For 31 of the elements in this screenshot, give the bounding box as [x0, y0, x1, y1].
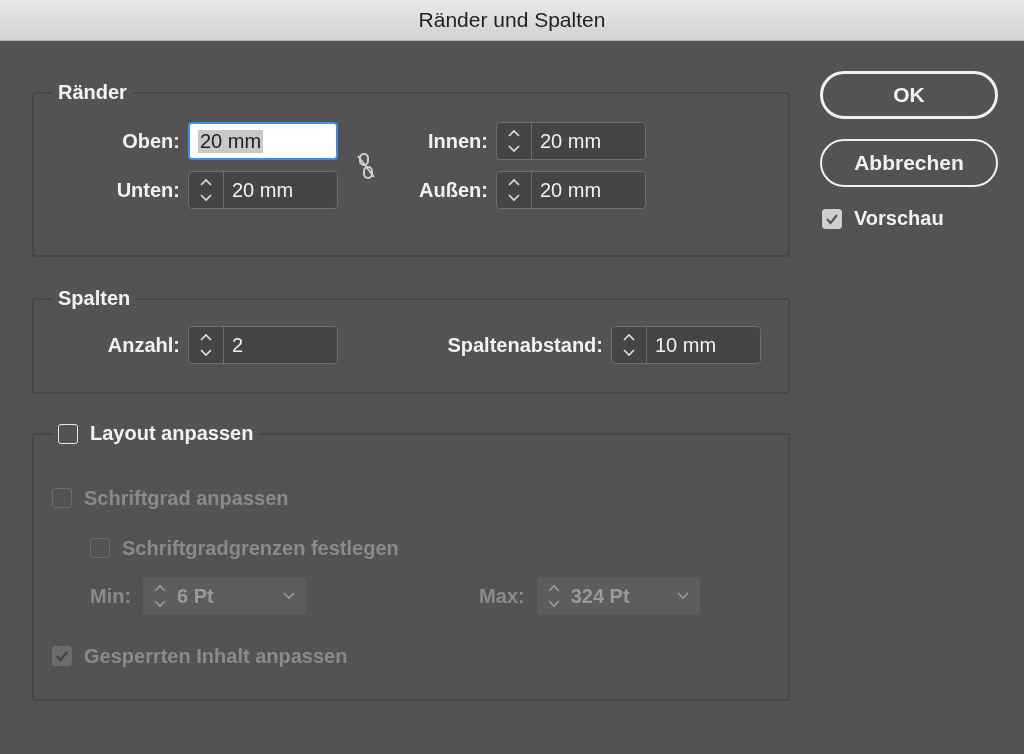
- spin-field[interactable]: 10 mm: [611, 326, 761, 364]
- field-label: Oben:: [122, 129, 180, 153]
- stepper-icon: [199, 177, 213, 203]
- stepper-icon: [507, 128, 521, 154]
- dialog-button[interactable]: Abbrechen: [820, 139, 998, 187]
- checkbox-label: Vorschau: [854, 207, 944, 230]
- checkbox-label: Layout anpassen: [90, 422, 254, 445]
- broken-link-icon[interactable]: [355, 150, 377, 181]
- group-title: Ränder: [58, 81, 127, 104]
- stepper-icon: [622, 332, 636, 358]
- group-title: Spalten: [58, 287, 131, 310]
- field-label: Innen:: [428, 129, 488, 153]
- dialog-button[interactable]: OK: [820, 71, 998, 119]
- stepper-icon: [546, 583, 561, 609]
- field-label: Unten:: [116, 178, 180, 202]
- window-title: Ränder und Spalten: [418, 8, 606, 32]
- field-label: Außen:: [419, 178, 488, 202]
- stepper-icon: [199, 332, 213, 358]
- spin-field[interactable]: 20 mm: [188, 171, 338, 209]
- check-icon: [825, 212, 839, 225]
- chevron-down-icon: [282, 591, 297, 601]
- field-label: Spaltenabstand:: [447, 333, 603, 357]
- spin-field[interactable]: 20 mm: [496, 122, 646, 160]
- spin-field[interactable]: 2: [188, 326, 338, 364]
- stepper-icon: [507, 177, 521, 203]
- stepper-icon: [153, 583, 168, 609]
- spin-field[interactable]: 20 mm: [188, 122, 338, 160]
- check-icon: [55, 650, 69, 662]
- chevron-down-icon: [675, 591, 690, 601]
- spin-field[interactable]: 20 mm: [496, 171, 646, 209]
- field-label: Anzahl:: [107, 333, 180, 357]
